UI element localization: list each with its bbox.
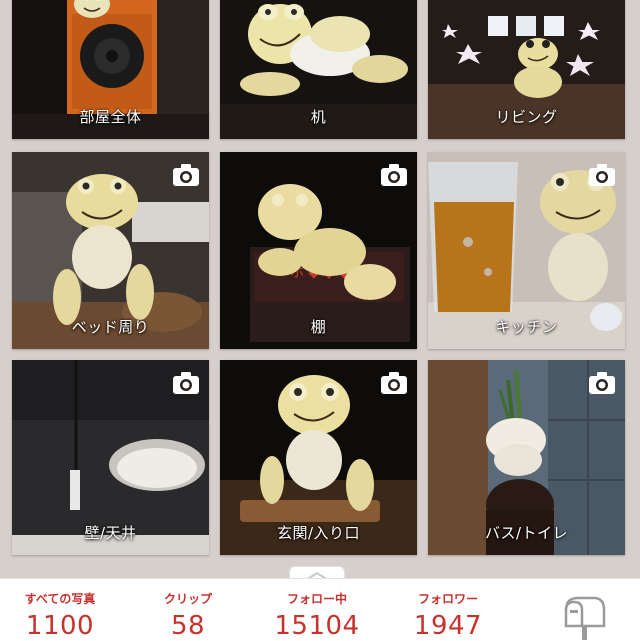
room-tile-shelf[interactable]: ホ ◆ ◆ ◆ 棚 (220, 152, 417, 349)
stat-value: 15104 (274, 611, 360, 641)
stat-value: 1947 (413, 611, 483, 641)
room-tile-whole-room[interactable]: 部屋全体 (12, 0, 209, 139)
room-tile-bedside[interactable]: ベッド周り (12, 152, 209, 349)
room-tile-desk[interactable]: 机 (220, 0, 417, 139)
tile-label: キッチン (495, 318, 558, 336)
mailbox-icon[interactable] (560, 592, 608, 640)
tile-label: リビング (495, 108, 558, 126)
tile-label: 玄関/入り口 (276, 524, 361, 542)
stat-label: フォロー中 (286, 592, 347, 606)
tile-label: 棚 (310, 318, 327, 336)
stat-value: 1100 (25, 611, 95, 641)
stat-label: すべての写真 (24, 592, 96, 606)
room-tile-living[interactable]: リビング (428, 0, 625, 139)
room-tile-kitchen[interactable]: キッチン (428, 152, 625, 349)
stat-followers[interactable]: フォロワー 1947 (396, 590, 500, 641)
tile-label: 部屋全体 (79, 108, 142, 126)
stat-clips[interactable]: クリップ 58 (140, 590, 236, 641)
room-tile-bath-toilet[interactable]: バス/トイレ (428, 360, 625, 555)
stat-label: フォロワー (417, 592, 478, 606)
tile-label: 机 (310, 108, 327, 126)
stat-all-photos[interactable]: すべての写真 1100 (10, 590, 110, 641)
stat-label: クリップ (163, 592, 212, 606)
camera-icon[interactable] (379, 370, 409, 396)
camera-icon[interactable] (587, 370, 617, 396)
tile-label: バス/トイレ (484, 524, 569, 542)
camera-icon[interactable] (171, 370, 201, 396)
camera-icon[interactable] (379, 162, 409, 188)
tile-label: 壁/天井 (84, 524, 137, 542)
stat-following[interactable]: フォロー中 15104 (262, 590, 372, 641)
camera-icon[interactable] (171, 162, 201, 188)
stat-value: 58 (170, 611, 206, 641)
tile-label: ベッド周り (71, 318, 150, 336)
room-tile-wall-ceiling[interactable]: 壁/天井 (12, 360, 209, 555)
camera-icon[interactable] (587, 162, 617, 188)
room-tile-entrance[interactable]: 玄関/入り口 (220, 360, 417, 555)
photo-grid: 部屋全体 机 リビング ベッド周り ホ 棚 キッチン 壁/天井 玄関/入り口 バ… (0, 0, 640, 565)
